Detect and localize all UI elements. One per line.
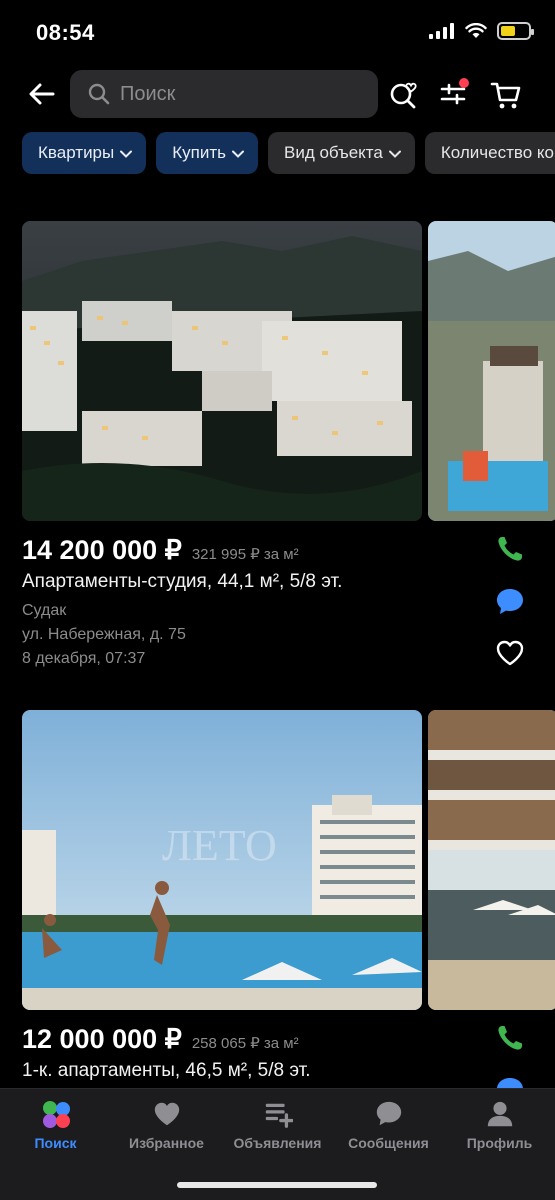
signal-icon bbox=[429, 23, 454, 39]
status-time: 08:54 bbox=[36, 20, 95, 45]
wifi-icon bbox=[465, 23, 487, 38]
listing-city: Судак bbox=[22, 602, 67, 619]
heart-tab-icon bbox=[154, 1102, 179, 1126]
listing-date: 8 декабря, 07:37 bbox=[22, 650, 146, 667]
chip-label: Вид объекта bbox=[283, 143, 383, 162]
listing-address: ул. Набережная, д. 75 bbox=[22, 626, 186, 643]
notification-dot bbox=[459, 78, 469, 88]
chat-tab-icon bbox=[376, 1101, 401, 1126]
tab-label: Избранное bbox=[129, 1135, 204, 1151]
chip-label: Количество ко bbox=[440, 143, 554, 162]
photo-carousel[interactable]: ЛЕТО bbox=[22, 710, 555, 1010]
tab-label: Объявления bbox=[233, 1135, 322, 1151]
chevron-down-icon bbox=[388, 150, 401, 158]
chip-deal-type[interactable]: Купить bbox=[156, 132, 258, 174]
listing-price: 14 200 000 ₽ bbox=[22, 535, 182, 565]
home-indicator[interactable] bbox=[177, 1182, 377, 1188]
tab-ads[interactable]: Объявления bbox=[222, 1099, 333, 1151]
battery-level bbox=[501, 26, 516, 36]
price-per-m2: 321 995 ₽ за м² bbox=[191, 546, 299, 563]
chip-rooms-count[interactable]: Количество ко bbox=[424, 132, 555, 174]
tab-search[interactable]: Поиск bbox=[0, 1099, 111, 1151]
search-icon bbox=[88, 83, 110, 105]
search-tab-icon bbox=[42, 1101, 70, 1128]
photo-carousel[interactable] bbox=[22, 221, 555, 521]
tab-messages[interactable]: Сообщения bbox=[333, 1099, 444, 1151]
listing-card[interactable]: 14 200 000 ₽ 321 995 ₽ за м² Апартаменты… bbox=[22, 221, 555, 667]
listing-title[interactable]: 1-к. апартаменты, 46,5 м², 5/8 эт. bbox=[22, 1060, 310, 1082]
tab-label: Поиск bbox=[34, 1135, 77, 1151]
chip-label: Купить bbox=[172, 143, 226, 162]
phone-icon[interactable] bbox=[494, 1022, 526, 1054]
listing-title[interactable]: Апартаменты-студия, 44,1 м², 5/8 эт. bbox=[22, 571, 342, 593]
listing-card[interactable]: ЛЕТО 12 000 000 ₽ 258 065 ₽ за м² 1-к. а… bbox=[22, 710, 555, 1103]
price-line: 12 000 000 ₽ 258 065 ₽ за м² bbox=[22, 1024, 299, 1055]
ads-tab-icon bbox=[265, 1103, 293, 1128]
listing-photo[interactable] bbox=[428, 221, 555, 521]
tab-profile[interactable]: Профиль bbox=[444, 1099, 555, 1151]
filters-icon[interactable] bbox=[436, 76, 472, 112]
price-per-m2: 258 065 ₽ за м² bbox=[191, 1035, 299, 1052]
chevron-down-icon bbox=[231, 150, 244, 158]
search-input[interactable] bbox=[120, 82, 340, 106]
tab-label: Сообщения bbox=[348, 1135, 429, 1151]
watermark: ЛЕТО bbox=[162, 821, 277, 870]
price-line: 14 200 000 ₽ 321 995 ₽ за м² bbox=[22, 535, 299, 566]
chevron-down-icon bbox=[120, 150, 133, 158]
filter-chips: Квартиры Купить Вид объекта Количество к… bbox=[22, 132, 555, 174]
tab-favorites[interactable]: Избранное bbox=[111, 1099, 222, 1151]
saved-search-icon[interactable] bbox=[386, 76, 422, 112]
listing-price: 12 000 000 ₽ bbox=[22, 1024, 182, 1054]
battery-icon bbox=[497, 22, 534, 40]
back-arrow-icon[interactable] bbox=[26, 78, 58, 110]
status-bar: 08:54 bbox=[0, 0, 555, 60]
chip-object-kind[interactable]: Вид объекта bbox=[267, 132, 415, 174]
cart-icon[interactable] bbox=[488, 76, 524, 112]
chat-icon[interactable] bbox=[494, 585, 526, 617]
listing-photo[interactable] bbox=[428, 710, 555, 1010]
listing-photo[interactable]: ЛЕТО bbox=[22, 710, 422, 1010]
favorite-heart-icon[interactable] bbox=[494, 637, 526, 669]
profile-tab-icon bbox=[487, 1101, 512, 1127]
search-row bbox=[0, 70, 555, 118]
tab-label: Профиль bbox=[466, 1135, 533, 1151]
listing-photo[interactable] bbox=[22, 221, 422, 521]
chip-label: Квартиры bbox=[38, 143, 115, 162]
status-icons bbox=[429, 22, 534, 40]
search-box[interactable] bbox=[70, 70, 378, 118]
phone-icon[interactable] bbox=[494, 533, 526, 565]
chip-property-type[interactable]: Квартиры bbox=[22, 132, 147, 174]
